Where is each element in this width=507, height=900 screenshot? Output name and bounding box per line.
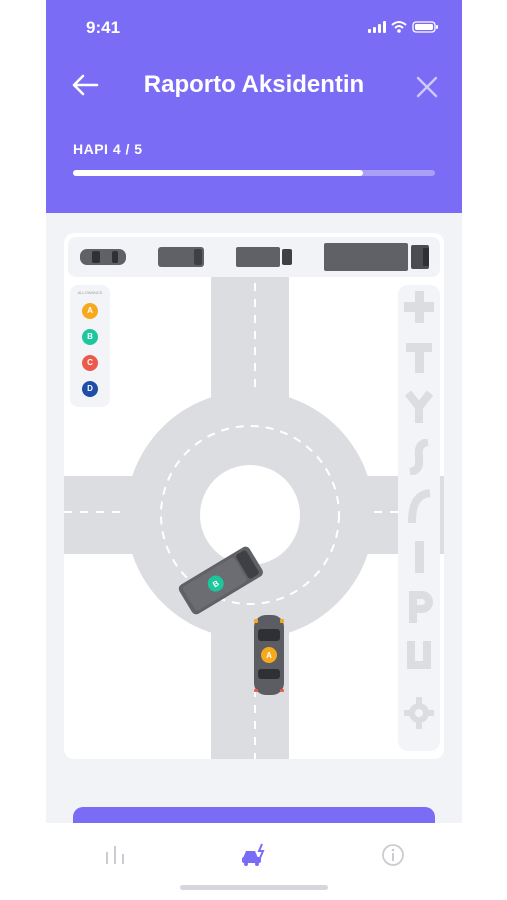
progress-fill — [73, 170, 363, 176]
close-icon[interactable] — [414, 74, 440, 100]
signal-wifi-battery-icon — [368, 21, 438, 33]
info-icon[interactable] — [379, 841, 407, 869]
roundabout-scene: B A — [64, 277, 444, 759]
legend-item-a[interactable]: A — [82, 303, 98, 319]
header: 9:41 Raporto Aksidentin HAPI 4 / 5 — [46, 0, 462, 213]
t-junction-shape-icon[interactable] — [404, 339, 434, 375]
legend-item-c[interactable]: C — [82, 355, 98, 371]
legend-item-b[interactable]: B — [82, 329, 98, 345]
legend-title: ALLOWANCE — [77, 290, 103, 295]
vehicle-legend: ALLOWANCE A B C D — [70, 285, 110, 407]
vehicle-picker — [68, 237, 440, 277]
truck-vehicle-option[interactable] — [236, 246, 292, 268]
home-indicator — [180, 885, 328, 890]
crossroad-shape-icon[interactable] — [404, 289, 434, 325]
y-junction-shape-icon[interactable] — [404, 389, 434, 425]
legend-item-d[interactable]: D — [82, 381, 98, 397]
u-turn-shape-icon[interactable] — [404, 639, 434, 675]
roundabout-shape-icon[interactable] — [404, 695, 434, 731]
vehicle-a-car[interactable]: A — [254, 615, 284, 695]
vehicle-a-label: A — [266, 651, 272, 660]
road-shapes-panel — [398, 285, 440, 751]
phone-screen: 9:41 Raporto Aksidentin HAPI 4 / 5 B A A… — [46, 0, 462, 900]
status-time: 9:41 — [86, 18, 121, 37]
diagram-area: B A ALLOWANCE A B C D — [46, 213, 462, 823]
accident-sketch-canvas[interactable]: B A ALLOWANCE A B C D — [64, 233, 444, 759]
s-curve-shape-icon[interactable] — [404, 439, 434, 475]
parking-shape-icon[interactable] — [404, 589, 434, 625]
page-title: Raporto Aksidentin — [143, 71, 365, 98]
car-vehicle-option[interactable] — [80, 247, 126, 267]
trailer-truck-vehicle-option[interactable] — [324, 242, 432, 272]
van-vehicle-option[interactable] — [158, 246, 204, 268]
bottom-tab-bar — [46, 823, 462, 900]
status-icons — [368, 20, 440, 39]
straight-road-shape-icon[interactable] — [404, 539, 434, 575]
bar-chart-icon[interactable] — [101, 841, 129, 869]
progress-bar — [73, 170, 435, 176]
curve-shape-icon[interactable] — [404, 489, 434, 525]
step-label: HAPI 4 / 5 — [73, 141, 143, 157]
car-crash-icon[interactable] — [240, 841, 268, 869]
